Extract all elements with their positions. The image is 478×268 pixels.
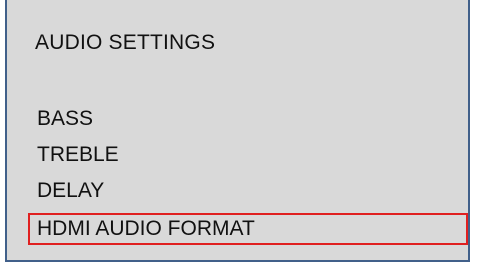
panel-title: AUDIO SETTINGS [35, 31, 216, 54]
menu-item-treble[interactable]: TREBLE [28, 139, 460, 175]
audio-settings-panel: AUDIO SETTINGS BASS TREBLE DELAY HDMI AU… [5, 0, 470, 262]
audio-settings-menu: BASS TREBLE DELAY HDMI AUDIO FORMAT [28, 103, 468, 245]
menu-item-hdmi-audio-format[interactable]: HDMI AUDIO FORMAT [28, 213, 468, 245]
menu-item-bass[interactable]: BASS [28, 103, 460, 139]
menu-item-delay[interactable]: DELAY [28, 175, 460, 211]
